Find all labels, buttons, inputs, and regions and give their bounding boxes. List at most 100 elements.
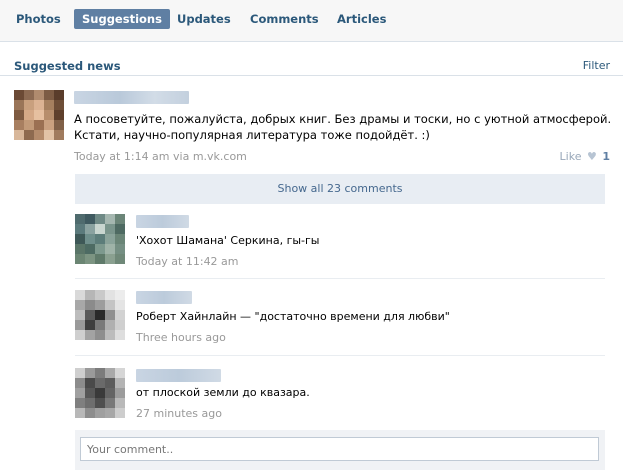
- reply-author-name[interactable]: [136, 215, 189, 228]
- avatar-pixel: [105, 244, 115, 254]
- avatar-pixel: [85, 378, 95, 388]
- avatar-pixel: [85, 224, 95, 234]
- post-author-avatar[interactable]: [14, 90, 64, 140]
- avatar-pixel: [85, 234, 95, 244]
- avatar-pixel: [105, 330, 115, 340]
- avatar-pixel: [115, 330, 125, 340]
- tab-comments[interactable]: Comments: [242, 9, 327, 29]
- avatar-pixel: [54, 100, 64, 110]
- avatar-pixel: [54, 120, 64, 130]
- avatar-pixel: [95, 368, 105, 378]
- avatar-pixel: [75, 290, 85, 300]
- reply-author-name[interactable]: [136, 369, 221, 382]
- filter-link[interactable]: Filter: [583, 59, 610, 72]
- avatar-pixel: [75, 310, 85, 320]
- tab-suggestions[interactable]: Suggestions: [74, 9, 170, 29]
- avatar-pixel: [115, 244, 125, 254]
- reply-divider: [75, 278, 605, 279]
- top-navigation: Photos Suggestions Updates Comments Arti…: [0, 0, 623, 42]
- avatar-pixel: [95, 388, 105, 398]
- avatar-pixel: [24, 120, 34, 130]
- avatar-pixel: [95, 300, 105, 310]
- avatar-pixel: [44, 90, 54, 100]
- reply-author-name[interactable]: [136, 291, 192, 304]
- avatar-pixel: [85, 254, 95, 264]
- reply-time[interactable]: Three hours ago: [136, 331, 226, 344]
- avatar-pixel: [105, 368, 115, 378]
- avatar-pixel: [85, 408, 95, 418]
- avatar-pixel: [24, 100, 34, 110]
- avatar-pixel: [115, 378, 125, 388]
- like-count: 1: [602, 150, 610, 163]
- avatar-pixel: [105, 214, 115, 224]
- avatar-pixel: [105, 388, 115, 398]
- show-all-comments-button[interactable]: Show all 23 comments: [75, 174, 605, 204]
- avatar-pixel: [24, 110, 34, 120]
- avatar-pixel: [34, 130, 44, 140]
- avatar-pixel: [34, 100, 44, 110]
- avatar-pixel: [54, 110, 64, 120]
- avatar-pixel: [14, 110, 24, 120]
- post-meta[interactable]: Today at 1:14 am via m.vk.com: [74, 150, 247, 163]
- reply-time[interactable]: Today at 11:42 am: [136, 255, 239, 268]
- avatar-pixel: [75, 234, 85, 244]
- reply-author-avatar[interactable]: [75, 368, 125, 418]
- avatar-pixel: [105, 320, 115, 330]
- avatar-pixel: [95, 254, 105, 264]
- tab-articles[interactable]: Articles: [329, 9, 394, 29]
- avatar-pixel: [115, 224, 125, 234]
- avatar-pixel: [14, 130, 24, 140]
- avatar-pixel: [34, 90, 44, 100]
- avatar-pixel: [115, 290, 125, 300]
- avatar-pixel: [75, 254, 85, 264]
- avatar-pixel: [95, 378, 105, 388]
- avatar-pixel: [14, 100, 24, 110]
- avatar-pixel: [115, 254, 125, 264]
- avatar-pixel: [95, 320, 105, 330]
- avatar-pixel: [95, 290, 105, 300]
- reply-text: от плоской земли до квазара.: [136, 386, 310, 399]
- avatar-pixel: [95, 398, 105, 408]
- avatar-pixel: [95, 234, 105, 244]
- avatar-pixel: [115, 368, 125, 378]
- avatar-pixel: [75, 398, 85, 408]
- avatar-pixel: [75, 244, 85, 254]
- avatar-pixel: [75, 214, 85, 224]
- avatar-pixel: [85, 330, 95, 340]
- like-button[interactable]: Like ♥ 1: [560, 150, 610, 163]
- reply-divider: [75, 355, 605, 356]
- avatar-pixel: [44, 110, 54, 120]
- avatar-pixel: [95, 408, 105, 418]
- avatar-pixel: [24, 90, 34, 100]
- avatar-pixel: [85, 388, 95, 398]
- tab-updates[interactable]: Updates: [169, 9, 239, 29]
- avatar-pixel: [115, 310, 125, 320]
- comment-input[interactable]: [80, 437, 599, 461]
- avatar-pixel: [115, 388, 125, 398]
- avatar-pixel: [54, 90, 64, 100]
- avatar-pixel: [75, 300, 85, 310]
- reply-text: Роберт Хайнлайн — "достаточно времени дл…: [136, 310, 450, 323]
- avatar-pixel: [75, 388, 85, 398]
- reply-time[interactable]: 27 minutes ago: [136, 407, 222, 420]
- heart-icon: ♥: [586, 150, 597, 163]
- avatar-pixel: [85, 300, 95, 310]
- reply-author-avatar[interactable]: [75, 214, 125, 264]
- avatar-pixel: [85, 310, 95, 320]
- avatar-pixel: [85, 368, 95, 378]
- avatar-pixel: [95, 224, 105, 234]
- tab-photos[interactable]: Photos: [8, 9, 69, 29]
- avatar-pixel: [115, 300, 125, 310]
- avatar-pixel: [95, 214, 105, 224]
- avatar-pixel: [14, 120, 24, 130]
- avatar-pixel: [75, 368, 85, 378]
- reply-text: 'Хохот Шамана' Серкина, гы-гы: [136, 234, 320, 247]
- section-divider: [0, 75, 623, 76]
- avatar-pixel: [105, 408, 115, 418]
- avatar-pixel: [44, 120, 54, 130]
- avatar-pixel: [75, 378, 85, 388]
- avatar-pixel: [75, 224, 85, 234]
- avatar-pixel: [115, 320, 125, 330]
- post-author-name[interactable]: [74, 91, 189, 104]
- reply-author-avatar[interactable]: [75, 290, 125, 340]
